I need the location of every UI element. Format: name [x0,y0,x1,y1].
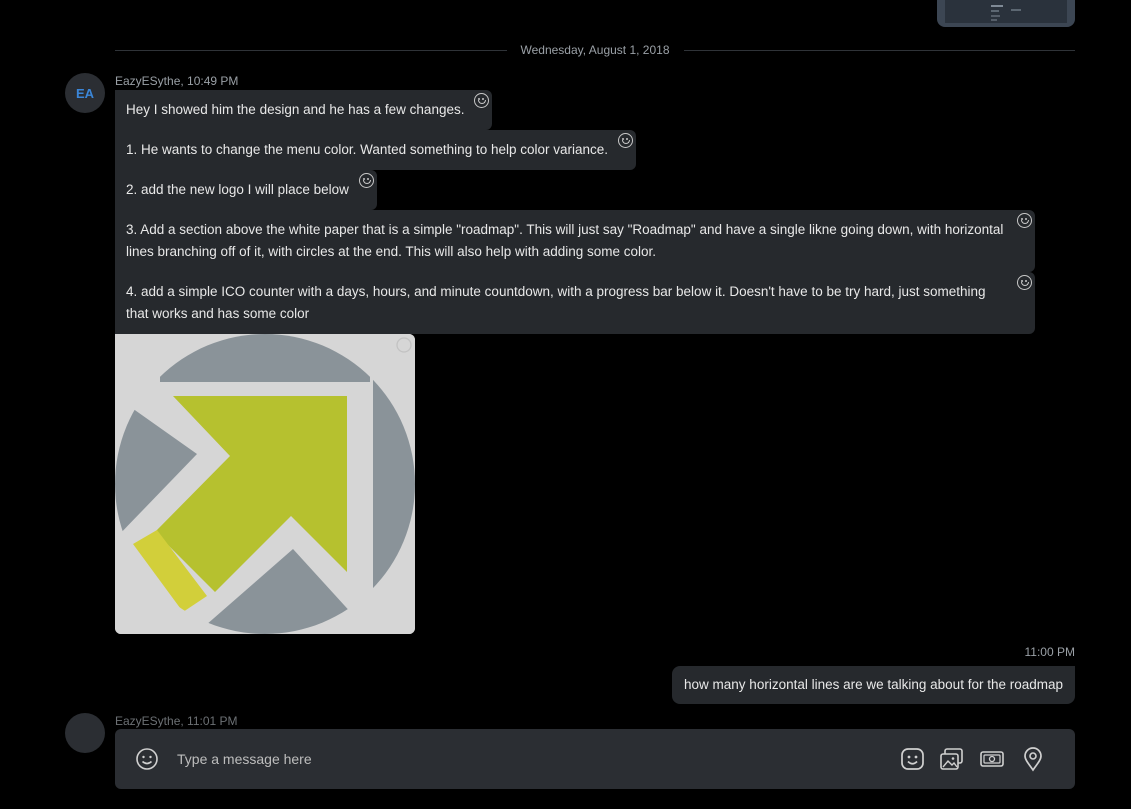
date-divider: Wednesday, August 1, 2018 [115,41,1075,59]
message-text: 2. add the new logo I will place below [126,182,349,197]
location-pin-icon[interactable] [1020,746,1046,772]
message-bubble[interactable]: 1. He wants to change the menu color. Wa… [115,130,637,170]
chat-view: Wednesday, August 1, 2018 EA EazyESythe,… [0,0,1131,809]
message-bubble[interactable]: 4. add a simple ICO counter with a days,… [115,272,1035,334]
divider-line-right [683,49,1075,51]
next-sender-avatar[interactable] [65,713,105,753]
reaction-smiley-icon[interactable] [1017,213,1032,228]
message-bubble[interactable]: 2. add the new logo I will place below [115,170,377,210]
divider-line-left [115,49,507,51]
logo-image [115,334,415,634]
own-message-bubble[interactable]: how many horizontal lines are we talking… [672,666,1075,704]
message-composer [115,729,1075,789]
message-text: 3. Add a section above the white paper t… [126,222,1004,259]
image-message-logo[interactable] [115,334,415,634]
message-input[interactable] [177,745,877,773]
thumbnail-content [945,0,1067,23]
reaction-smiley-icon[interactable] [1017,275,1032,290]
message-text: Hey I showed him the design and he has a… [126,102,465,117]
date-divider-label: Wednesday, August 1, 2018 [520,43,670,57]
money-icon[interactable] [979,746,1005,772]
reaction-smiley-icon[interactable] [618,133,634,148]
message-bubble[interactable]: 3. Add a section above the white paper t… [115,210,1035,272]
previous-image-thumbnail[interactable] [937,0,1075,27]
own-message-time: 11:00 PM [1024,645,1075,659]
sender-name-time: EazyESythe, 10:49 PM [115,74,239,88]
message-text: 4. add a simple ICO counter with a days,… [126,284,986,321]
reaction-smiley-icon[interactable] [474,93,490,108]
emoji-icon[interactable] [135,747,159,771]
next-sender-name-time: EazyESythe, 11:01 PM [115,714,238,728]
sender-avatar[interactable]: EA [65,73,105,113]
message-text: 1. He wants to change the menu color. Wa… [126,142,609,157]
gallery-icon[interactable] [939,746,965,772]
reaction-smiley-icon[interactable] [358,173,374,188]
sticker-icon[interactable] [900,746,926,772]
message-bubble[interactable]: Hey I showed him the design and he has a… [115,90,493,130]
